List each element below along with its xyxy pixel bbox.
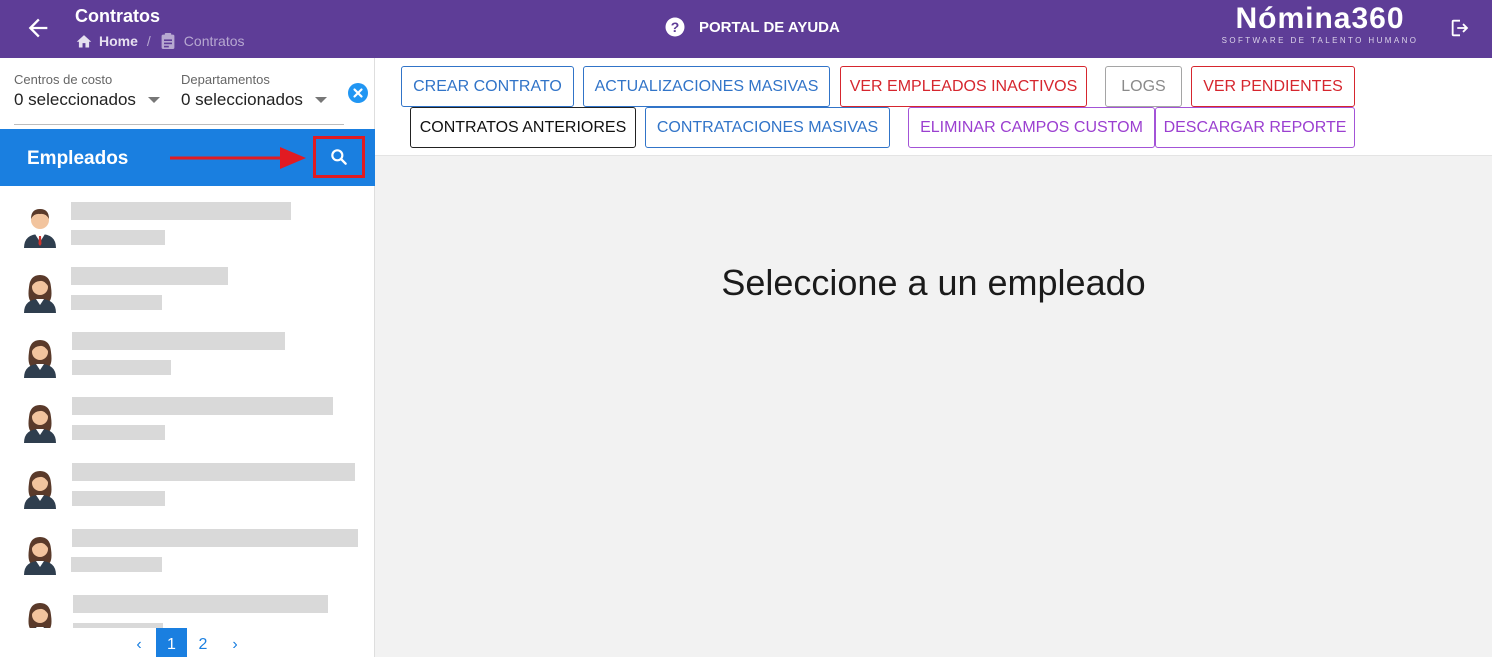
clear-filters-icon[interactable] [348, 83, 368, 103]
female-avatar-icon [24, 340, 56, 378]
department-select[interactable]: 0 seleccionados [181, 90, 327, 110]
empty-state-message: Seleccione a un empleado [721, 262, 1146, 303]
pagination-page[interactable]: 2 [193, 628, 213, 657]
bulk-updates-button[interactable]: ACTUALIZACIONES MASIVAS [583, 66, 830, 107]
cost-center-select[interactable]: 0 seleccionados [14, 90, 160, 110]
female-avatar-icon [28, 603, 52, 628]
previous-contracts-button[interactable]: CONTRATOS ANTERIORES [410, 107, 636, 148]
employee-id-placeholder [72, 360, 171, 375]
annotation-arrow-icon [170, 147, 306, 169]
employee-list-item[interactable] [0, 263, 374, 325]
dropdown-caret-icon [147, 97, 160, 103]
employee-list [0, 186, 374, 628]
employee-list-item[interactable] [0, 393, 374, 455]
employee-id-placeholder [71, 557, 162, 572]
employee-list-item[interactable] [0, 525, 374, 587]
pagination-prev[interactable]: ‹ [130, 628, 148, 657]
female-avatar-icon [24, 275, 56, 313]
department-filter[interactable]: Departamentos 0 seleccionados [181, 72, 327, 110]
breadcrumb-home-label: Home [99, 33, 138, 49]
inactive-employees-button[interactable]: VER EMPLEADOS INACTIVOS [840, 66, 1087, 107]
help-portal-label: PORTAL DE AYUDA [699, 18, 840, 36]
logo-name: Nómina360 [1235, 2, 1405, 35]
employee-id-placeholder [71, 295, 162, 310]
employees-title: Empleados [27, 148, 129, 169]
pagination-page-current[interactable]: 1 [156, 628, 187, 657]
svg-text:?: ? [671, 19, 680, 35]
employee-id-placeholder [72, 491, 165, 506]
cost-center-filter[interactable]: Centros de costo 0 seleccionados [14, 72, 160, 110]
employee-name-placeholder [72, 397, 333, 415]
breadcrumb-current-label: Contratos [183, 33, 245, 49]
back-arrow-icon[interactable] [24, 14, 52, 42]
breadcrumb: Home / Contratos [75, 32, 245, 50]
male-avatar-icon [24, 209, 56, 248]
employee-id-placeholder [72, 425, 165, 440]
female-avatar-icon [24, 537, 56, 575]
employee-name-placeholder [72, 529, 358, 547]
employee-name-placeholder [72, 463, 355, 481]
pagination-next[interactable]: › [226, 628, 244, 657]
employee-list-item[interactable] [0, 328, 374, 390]
action-toolbar: CREAR CONTRATO ACTUALIZACIONES MASIVAS V… [375, 58, 1492, 156]
employee-list-item[interactable] [0, 459, 374, 521]
employee-name-placeholder [73, 595, 328, 613]
download-report-button[interactable]: DESCARGAR REPORTE [1155, 107, 1355, 148]
bulk-hiring-button[interactable]: CONTRATACIONES MASIVAS [645, 107, 890, 148]
filter-underline [14, 124, 344, 125]
department-label: Departamentos [181, 72, 270, 87]
create-contract-button[interactable]: CREAR CONTRATO [401, 66, 574, 107]
clipboard-icon [161, 33, 175, 49]
cost-center-value: 0 seleccionados [14, 90, 136, 109]
brand-logo: Nómina360 SOFTWARE DE TALENTO HUMANO [1220, 2, 1420, 46]
breadcrumb-home[interactable]: Home [75, 33, 138, 49]
employee-name-placeholder [72, 332, 285, 350]
top-app-bar: Contratos Home / Contratos ? PORTAL DE A… [0, 0, 1492, 58]
employee-list-item[interactable] [0, 591, 374, 628]
help-icon: ? [665, 17, 685, 37]
employee-name-placeholder [71, 202, 291, 220]
department-value: 0 seleccionados [181, 90, 303, 109]
pending-button[interactable]: VER PENDIENTES [1191, 66, 1355, 107]
breadcrumb-current: Contratos [160, 32, 245, 50]
employees-header: Empleados [0, 129, 375, 186]
cost-center-label: Centros de costo [14, 72, 113, 87]
search-employees-button[interactable] [313, 136, 365, 178]
search-icon [331, 149, 347, 165]
pagination: ‹ 1 2 › [0, 628, 374, 657]
employee-sidebar: Centros de costo 0 seleccionados Departa… [0, 58, 375, 657]
logo-tagline: SOFTWARE DE TALENTO HUMANO [1221, 36, 1419, 45]
page-title: Contratos [75, 6, 160, 26]
female-avatar-icon [24, 471, 56, 509]
employee-id-placeholder [71, 230, 165, 245]
home-icon [76, 35, 92, 48]
dropdown-caret-icon [314, 97, 327, 103]
logs-button[interactable]: LOGS [1105, 66, 1182, 107]
employee-list-item[interactable] [0, 198, 374, 260]
employee-name-placeholder [71, 267, 228, 285]
female-avatar-icon [24, 405, 56, 443]
help-portal-link[interactable]: ? PORTAL DE AYUDA [665, 17, 840, 37]
logout-icon[interactable] [1449, 17, 1471, 39]
breadcrumb-separator: / [146, 33, 151, 49]
delete-custom-fields-button[interactable]: ELIMINAR CAMPOS CUSTOM [908, 107, 1155, 148]
